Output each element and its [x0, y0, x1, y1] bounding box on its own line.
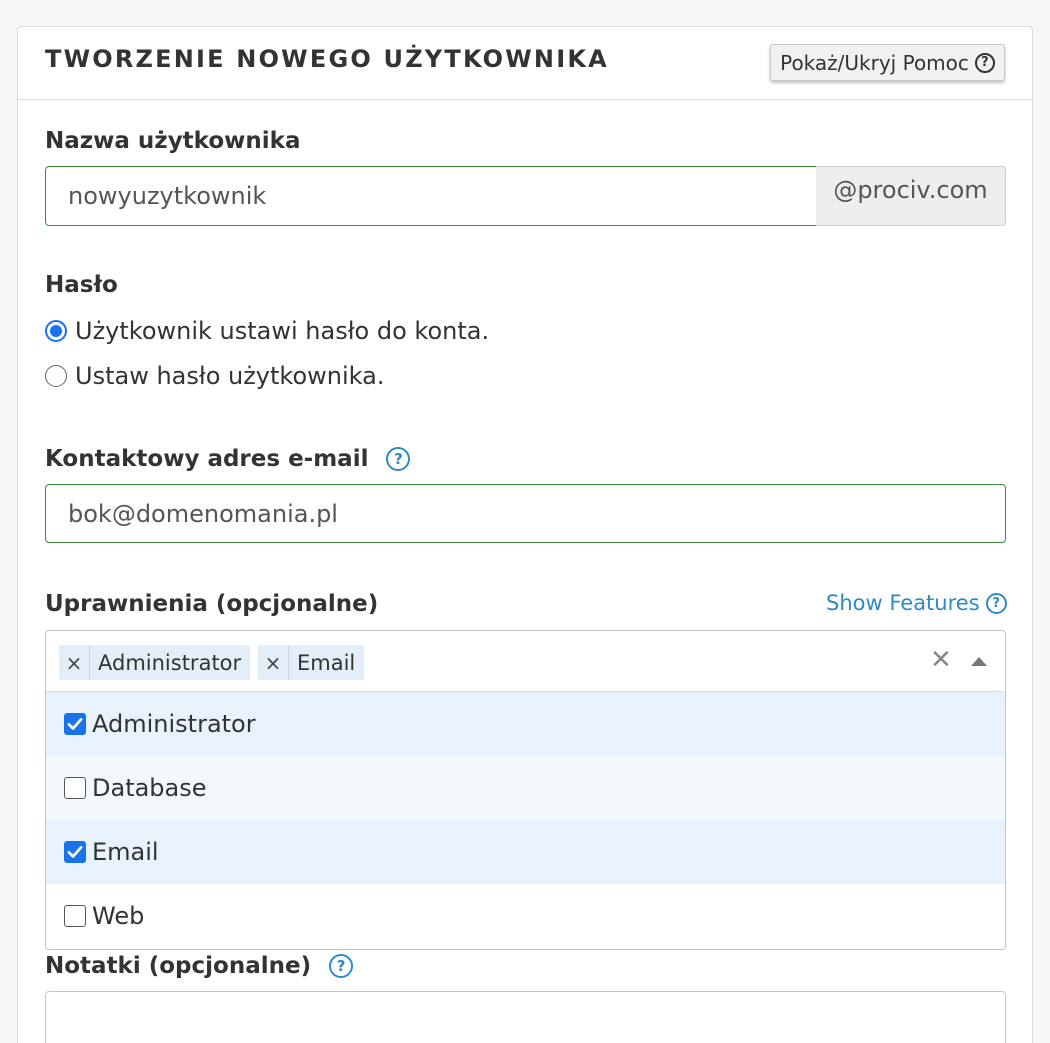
- checkbox[interactable]: [64, 777, 86, 799]
- close-icon[interactable]: ✕: [930, 645, 952, 675]
- notes-textarea[interactable]: [45, 991, 1006, 1043]
- caret-up-icon[interactable]: [971, 657, 987, 666]
- question-circle-icon[interactable]: ?: [329, 954, 354, 978]
- multiselect-selection[interactable]: × Administrator × Email ✕: [46, 631, 1005, 692]
- contact-email-label-row: Kontaktowy adres e-mail ?: [45, 446, 411, 472]
- username-input[interactable]: nowyuzytkownik: [45, 166, 817, 226]
- tag-administrator: × Administrator: [59, 645, 251, 680]
- option-administrator[interactable]: Administrator: [46, 692, 1005, 756]
- checkbox[interactable]: [64, 905, 86, 927]
- notes-label-row: Notatki (opcjonalne) ?: [45, 953, 354, 979]
- option-web[interactable]: Web: [46, 884, 1005, 948]
- show-features-label: Show Features: [826, 591, 980, 615]
- toggle-help-label: Pokaż/Ukryj Pomoc: [780, 50, 969, 75]
- contact-email-label: Kontaktowy adres e-mail: [45, 446, 369, 472]
- notes-label: Notatki (opcjonalne): [45, 953, 312, 979]
- option-label: Database: [92, 774, 207, 802]
- tag-label: Email: [297, 650, 356, 675]
- toggle-help-button[interactable]: Pokaż/Ukryj Pomoc ?: [770, 44, 1005, 81]
- question-circle-icon[interactable]: ?: [386, 447, 411, 471]
- checkbox-checked[interactable]: [64, 841, 86, 863]
- option-email[interactable]: Email: [46, 820, 1005, 884]
- page-title: TWORZENIE NOWEGO UŻYTKOWNIKA: [45, 45, 609, 73]
- radio-label: Ustaw hasło użytkownika.: [75, 362, 385, 390]
- option-label: Email: [92, 838, 159, 866]
- permissions-multiselect[interactable]: × Administrator × Email ✕ Administrator …: [45, 630, 1006, 950]
- check-icon: [67, 718, 83, 730]
- radio-button[interactable]: [45, 365, 67, 387]
- domain-suffix: @prociv.com: [816, 166, 1006, 226]
- radio-label: Użytkownik ustawi hasło do konta.: [75, 317, 490, 345]
- check-icon: [67, 846, 83, 858]
- username-label: Nazwa użytkownika: [45, 128, 301, 154]
- username-value: nowyuzytkownik: [68, 182, 267, 210]
- domain-suffix-text: @prociv.com: [833, 176, 988, 204]
- times-icon[interactable]: ×: [59, 645, 90, 680]
- question-circle-icon: ?: [974, 52, 995, 73]
- option-label: Administrator: [92, 710, 256, 738]
- question-circle-icon: ?: [985, 592, 1007, 614]
- password-label: Hasło: [45, 272, 118, 298]
- contact-email-value: bok@domenomania.pl: [68, 499, 338, 528]
- create-user-panel: TWORZENIE NOWEGO UŻYTKOWNIKA Pokaż/Ukryj…: [17, 26, 1033, 1043]
- show-features-link[interactable]: Show Features ?: [826, 591, 1007, 615]
- radio-user-sets-password[interactable]: Użytkownik ustawi hasło do konta.: [45, 317, 489, 345]
- radio-set-password[interactable]: Ustaw hasło użytkownika.: [45, 362, 384, 390]
- tag-email: × Email: [258, 645, 365, 680]
- times-icon[interactable]: ×: [258, 645, 289, 680]
- option-database[interactable]: Database: [46, 756, 1005, 820]
- checkbox-checked[interactable]: [64, 713, 86, 735]
- contact-email-input[interactable]: bok@domenomania.pl: [45, 484, 1006, 543]
- permissions-label: Uprawnienia (opcjonalne): [45, 591, 379, 617]
- tag-label: Administrator: [98, 650, 242, 675]
- radio-button-checked[interactable]: [45, 320, 67, 342]
- panel-header: TWORZENIE NOWEGO UŻYTKOWNIKA Pokaż/Ukryj…: [18, 27, 1032, 100]
- option-label: Web: [92, 902, 145, 930]
